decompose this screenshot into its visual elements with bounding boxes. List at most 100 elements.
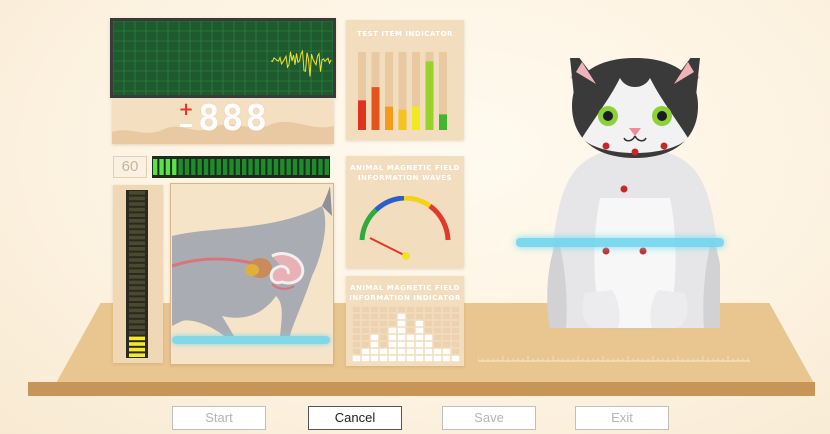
indicator-cell — [442, 355, 451, 362]
waves-title-line1: Animal magnetic field — [350, 164, 460, 172]
indicator-cell — [451, 334, 460, 341]
indicator-cell — [388, 334, 397, 341]
indicator-cell — [442, 327, 451, 334]
vertical-meter-segment — [129, 263, 145, 268]
vertical-meter-segment — [129, 269, 145, 273]
horizontal-meter-segment — [229, 159, 234, 175]
start-button[interactable]: Start — [172, 406, 266, 430]
indicator-cell — [415, 355, 424, 362]
indicator-cell — [352, 320, 361, 327]
indicator-cell — [361, 334, 370, 341]
indicator-cell — [361, 306, 370, 313]
horizontal-meter-segment — [159, 159, 164, 175]
indicator-cell — [397, 320, 406, 327]
indicator-cell — [433, 334, 442, 341]
indicator-cell — [370, 327, 379, 334]
test-item-bar — [371, 87, 380, 130]
indicator-cell — [424, 341, 433, 348]
indicator-cell — [415, 320, 424, 327]
vertical-meter-segment — [129, 219, 145, 223]
indicator-cell — [379, 341, 388, 348]
indicator-cell — [379, 334, 388, 341]
indicator-cell — [433, 348, 442, 355]
indicator-cell — [442, 313, 451, 320]
vertical-meter-segment — [129, 297, 145, 301]
vertical-meter-segment — [129, 280, 145, 285]
vertical-meter-segment — [129, 235, 145, 240]
indicator-cell — [415, 327, 424, 334]
cat-illustration — [547, 58, 720, 330]
vertical-meter-segment — [129, 207, 145, 212]
indicator-cell — [397, 313, 406, 320]
ecg-screen — [113, 21, 333, 95]
indicator-cell — [406, 320, 415, 327]
indicator-cell — [361, 320, 370, 327]
exit-button[interactable]: Exit — [575, 406, 669, 430]
horizontal-meter-segment — [216, 159, 221, 175]
indicator-cell — [370, 341, 379, 348]
indicator-cell — [379, 306, 388, 313]
vertical-meter-segment — [129, 353, 145, 357]
indicator-cell — [388, 348, 397, 355]
indicator-cell — [388, 327, 397, 334]
horizontal-meter-segment — [165, 159, 171, 175]
indicator-cell — [379, 355, 388, 362]
vertical-meter-segment — [129, 319, 145, 324]
indicator-cell — [352, 341, 361, 348]
indicator-cell — [433, 313, 442, 320]
indicator-cell — [379, 348, 388, 355]
vertical-meter-segment — [129, 342, 145, 346]
indicator-cell — [424, 320, 433, 327]
counter-sign: + — [178, 99, 194, 120]
vertical-meter-segment — [129, 308, 145, 313]
vertical-meter-segment — [129, 202, 145, 206]
indicator-title-line1: Animal magnetic field — [350, 284, 460, 292]
vertical-meter-segment — [129, 286, 145, 290]
indicator-cell — [424, 355, 433, 362]
horizontal-meter-segment — [324, 159, 329, 175]
save-button[interactable]: Save — [442, 406, 536, 430]
indicator-cell — [406, 341, 415, 348]
indicator-cell — [433, 306, 442, 313]
vertical-meter-segment — [129, 196, 145, 201]
vertical-meter-segment — [129, 325, 145, 329]
indicator-cell — [442, 334, 451, 341]
horizontal-meter-segment — [261, 159, 266, 175]
indicator-cell — [388, 313, 397, 320]
test-item-bar — [398, 109, 407, 130]
test-item-bars — [358, 52, 447, 130]
indicator-cell — [397, 348, 406, 355]
indicator-cell — [397, 306, 406, 313]
waves-gauge — [359, 196, 451, 260]
horizontal-meter-segment — [197, 159, 202, 175]
indicator-title-line2: information Indicator — [349, 294, 461, 302]
indicator-cell — [451, 327, 460, 334]
horizontal-meter-segment — [267, 159, 272, 175]
indicator-cell — [451, 306, 460, 313]
indicator-cell — [370, 320, 379, 327]
indicator-cell — [397, 355, 406, 362]
indicator-cell — [388, 320, 397, 327]
indicator-cell — [388, 355, 397, 362]
horizontal-meter-segment — [222, 159, 228, 175]
vertical-meter-segment — [129, 331, 145, 335]
indicator-cell — [388, 306, 397, 313]
horizontal-meter-segment — [203, 159, 209, 175]
indicator-cell — [433, 341, 442, 348]
vertical-meter-segment — [129, 347, 145, 352]
indicator-cell — [397, 341, 406, 348]
indicator-cell — [352, 306, 361, 313]
cancel-button[interactable]: Cancel — [308, 406, 402, 430]
horizontal-meter-segment — [292, 159, 298, 175]
indicator-cell — [442, 341, 451, 348]
vertical-meter-segment — [129, 303, 145, 307]
vertical-meter-segment — [129, 291, 145, 296]
indicator-cell — [379, 320, 388, 327]
indicator-cell — [424, 327, 433, 334]
indicator-cell — [451, 313, 460, 320]
indicator-cell — [370, 355, 379, 362]
horizontal-meter-segment — [235, 159, 240, 175]
vertical-meter-segment — [129, 275, 145, 279]
indicator-cell — [415, 348, 424, 355]
horizontal-meter-segment — [305, 159, 310, 175]
